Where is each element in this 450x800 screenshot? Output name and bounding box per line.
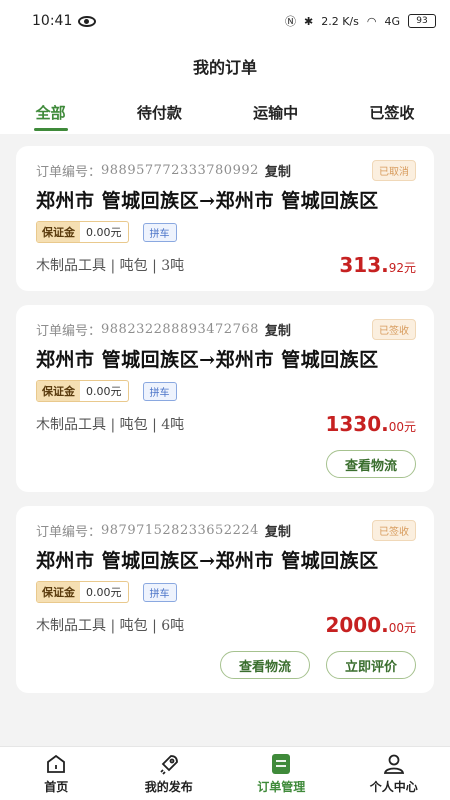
order-number: 988232288893472768 (101, 322, 259, 337)
tab-label: 全部 (35, 103, 66, 122)
order-number-label: 订单编号： (36, 165, 102, 180)
battery-level: 93 (416, 16, 428, 26)
price-integer: 313. (339, 253, 389, 277)
order-number-label: 订单编号： (36, 525, 102, 540)
price-decimal: 00元 (388, 621, 416, 635)
page-header: 我的订单 (0, 42, 450, 90)
order-list: 订单编号： 988957772333780992 复制 已取消 郑州市 管城回族… (0, 134, 450, 693)
route-text: 郑州市 管城回族区→郑州市 管城回族区 (36, 550, 379, 572)
page-title: 我的订单 (192, 58, 257, 77)
deposit-tag: 保证金 0.00元 (36, 221, 129, 243)
deposit-label: 保证金 (37, 381, 80, 401)
rocket-icon (160, 755, 178, 775)
tab-label: 已签收 (369, 103, 415, 122)
copy-button[interactable]: 复制 (265, 320, 291, 339)
order-card[interactable]: 订单编号： 987971528233652224 复制 已签收 郑州市 管城回族… (16, 506, 434, 693)
tab-all[interactable]: 全部 (30, 92, 72, 133)
goods-info: 木制品工具 | 吨包 | 4吨 (36, 417, 185, 433)
home-icon (47, 754, 66, 773)
goods-info: 木制品工具 | 吨包 | 3吨 (36, 258, 185, 274)
price: 1330.00元 (325, 412, 416, 436)
nav-label: 我的发布 (144, 780, 193, 794)
battery-icon: 93 (408, 14, 436, 28)
deposit-tag: 保证金 0.00元 (36, 380, 129, 402)
carpool-tag: 拼车 (142, 381, 177, 401)
tab-label: 运输中 (253, 103, 299, 122)
status-badge: 已取消 (372, 160, 416, 181)
tab-in-transit[interactable]: 运输中 (247, 92, 304, 133)
nav-label: 首页 (44, 780, 69, 794)
eye-icon (78, 15, 97, 27)
deposit-value: 0.00元 (86, 586, 122, 599)
price: 313.92元 (339, 253, 416, 277)
order-number: 988957772333780992 (101, 163, 259, 178)
status-bar: 10:41 Ⓝ ✱ 2.2 K/s ◠ 4G 93 (0, 0, 450, 42)
copy-button[interactable]: 复制 (265, 521, 291, 540)
bluetooth-icon: ✱ (304, 14, 314, 28)
price: 2000.00元 (325, 613, 416, 637)
order-number-label: 订单编号： (36, 324, 102, 339)
nav-home[interactable]: 首页 (16, 752, 96, 795)
nfc-icon: Ⓝ (285, 15, 296, 28)
view-logistics-button[interactable]: 查看物流 (325, 450, 416, 478)
goods-info: 木制品工具 | 吨包 | 6吨 (36, 618, 185, 634)
nav-label: 订单管理 (257, 780, 306, 794)
order-list-icon (272, 754, 291, 774)
tab-signed[interactable]: 已签收 (363, 92, 420, 133)
nav-profile[interactable]: 个人中心 (354, 752, 434, 795)
carpool-tag: 拼车 (142, 582, 177, 602)
network-type: 4G (384, 14, 400, 28)
route-text: 郑州市 管城回族区→郑州市 管城回族区 (36, 349, 379, 371)
deposit-value: 0.00元 (86, 226, 122, 239)
rate-now-button[interactable]: 立即评价 (325, 651, 416, 679)
route-text: 郑州市 管城回族区→郑州市 管城回族区 (36, 190, 379, 212)
order-card[interactable]: 订单编号： 988232288893472768 复制 已签收 郑州市 管城回族… (16, 305, 434, 492)
price-integer: 1330. (325, 412, 389, 436)
order-tabs: 全部 待付款 运输中 已签收 (0, 90, 450, 134)
nav-my-publish[interactable]: 我的发布 (129, 752, 209, 795)
network-speed: 2.2 K/s (321, 14, 359, 28)
status-badge: 已签收 (372, 319, 416, 340)
tab-label: 待付款 (136, 103, 182, 122)
nav-order-management[interactable]: 订单管理 (241, 752, 321, 795)
carpool-tag: 拼车 (142, 222, 177, 242)
deposit-tag: 保证金 0.00元 (36, 581, 129, 603)
view-logistics-button[interactable]: 查看物流 (219, 651, 310, 679)
price-decimal: 92元 (388, 261, 416, 275)
price-integer: 2000. (325, 613, 389, 637)
order-card[interactable]: 订单编号： 988957772333780992 复制 已取消 郑州市 管城回族… (16, 146, 434, 291)
bottom-nav: 首页 我的发布 订单管理 个人中心 (0, 746, 450, 800)
wifi-icon: ◠ (366, 14, 377, 28)
price-decimal: 00元 (388, 420, 416, 434)
status-badge: 已签收 (372, 520, 416, 541)
person-icon (383, 754, 404, 774)
status-time: 10:41 (32, 13, 73, 29)
deposit-value: 0.00元 (86, 385, 122, 398)
deposit-label: 保证金 (37, 582, 80, 602)
nav-label: 个人中心 (369, 780, 418, 794)
copy-button[interactable]: 复制 (265, 161, 291, 180)
tab-pending-payment[interactable]: 待付款 (131, 92, 188, 133)
deposit-label: 保证金 (37, 222, 80, 242)
order-number: 987971528233652224 (101, 523, 259, 538)
